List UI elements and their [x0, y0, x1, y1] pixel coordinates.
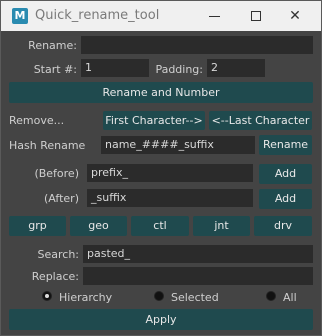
padding-label: Padding:: [155, 63, 203, 76]
suffix-geo-button[interactable]: geo: [70, 216, 127, 236]
hash-rename-input[interactable]: name_####_suffix: [101, 136, 255, 154]
selected-radio[interactable]: [154, 291, 164, 301]
selected-label[interactable]: Selected: [171, 291, 219, 304]
window-title: Quick_rename_tool: [35, 8, 160, 23]
start-number-label: Start #:: [33, 63, 77, 76]
hierarchy-label[interactable]: Hierarchy: [59, 291, 112, 304]
suffix-grp-button[interactable]: grp: [9, 216, 66, 236]
replace-label: Replace:: [31, 270, 79, 283]
title-bar[interactable]: M Quick_rename_tool ✕: [1, 1, 321, 31]
search-input[interactable]: pasted_: [83, 245, 313, 263]
add-suffix-button[interactable]: Add: [259, 189, 312, 209]
rename-label: Rename:: [28, 39, 77, 52]
prefix-input[interactable]: prefix_: [87, 164, 253, 182]
all-label[interactable]: All: [283, 291, 297, 304]
replace-input[interactable]: [83, 267, 313, 285]
quick-rename-window: M Quick_rename_tool ✕ Rename: Start #: 1…: [0, 0, 322, 336]
remove-last-character-button[interactable]: <--Last Character: [209, 111, 312, 130]
hash-rename-label: Hash Rename: [9, 139, 86, 152]
remove-first-character-button[interactable]: First Character-->: [103, 111, 205, 130]
remove-label: Remove...: [9, 114, 65, 127]
minimize-icon: [209, 16, 220, 17]
suffix-drv-button[interactable]: drv: [254, 216, 312, 236]
hierarchy-radio[interactable]: [42, 291, 52, 301]
rename-and-number-button[interactable]: Rename and Number: [9, 82, 313, 103]
suffix-ctl-button[interactable]: ctl: [131, 216, 189, 236]
suffix-jnt-button[interactable]: jnt: [193, 216, 250, 236]
apply-button[interactable]: Apply: [9, 309, 313, 330]
close-button[interactable]: ✕: [275, 3, 315, 29]
after-label: (After): [44, 192, 79, 205]
before-label: (Before): [34, 167, 79, 180]
maximize-icon: [251, 11, 261, 21]
search-label: Search:: [37, 248, 80, 261]
start-number-input[interactable]: 1: [81, 59, 149, 77]
maximize-button[interactable]: [237, 3, 277, 29]
padding-input[interactable]: 2: [207, 59, 265, 77]
all-radio[interactable]: [266, 291, 276, 301]
minimize-button[interactable]: [195, 3, 235, 29]
add-prefix-button[interactable]: Add: [259, 164, 312, 184]
maya-app-icon: M: [12, 8, 28, 24]
suffix-input[interactable]: _suffix: [87, 189, 253, 207]
rename-input[interactable]: [81, 36, 313, 54]
hash-rename-button[interactable]: Rename: [259, 135, 312, 155]
close-icon: ✕: [289, 8, 301, 24]
